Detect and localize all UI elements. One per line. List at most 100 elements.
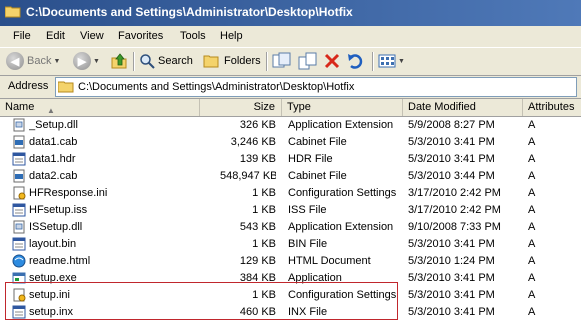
menu-bar: File Edit View Favorites Tools Help bbox=[0, 26, 581, 48]
file-type: Application bbox=[288, 272, 342, 284]
file-type: INX File bbox=[288, 306, 328, 318]
file-attributes: A bbox=[528, 187, 536, 199]
folders-button[interactable]: Folders bbox=[203, 50, 261, 72]
search-button[interactable]: Search bbox=[139, 50, 193, 72]
toolbar-separator bbox=[266, 52, 268, 71]
window-title: C:\Documents and Settings\Administrator\… bbox=[26, 5, 353, 19]
dll-icon bbox=[13, 220, 25, 234]
file-row[interactable]: HFsetup.iss 1 KB ISS File 3/17/2010 2:42 PM… bbox=[0, 202, 581, 219]
folders-label: Folders bbox=[224, 55, 261, 67]
file-date: 5/3/2010 3:41 PM bbox=[408, 238, 495, 250]
file-name: _Setup.dll bbox=[29, 119, 78, 131]
file-type: HTML Document bbox=[288, 255, 371, 267]
views-button[interactable]: ▼ bbox=[378, 50, 405, 72]
views-icon bbox=[378, 54, 396, 68]
toolbar-separator bbox=[133, 52, 135, 71]
file-attributes: A bbox=[528, 153, 536, 165]
menu-help[interactable]: Help bbox=[220, 30, 243, 42]
file-row[interactable]: _Setup.dll 326 KB Application Extension 5/9… bbox=[0, 117, 581, 134]
file-attributes: A bbox=[528, 221, 536, 233]
file-name: readme.html bbox=[29, 255, 91, 267]
folder-icon bbox=[5, 6, 21, 18]
file-name: data2.cab bbox=[29, 170, 78, 182]
move-to-button[interactable] bbox=[272, 50, 292, 72]
chevron-down-icon: ▼ bbox=[398, 57, 405, 65]
search-icon bbox=[140, 54, 155, 69]
file-date: 5/3/2010 3:44 PM bbox=[408, 170, 495, 182]
file-date: 3/17/2010 2:42 PM bbox=[408, 187, 501, 199]
search-label: Search bbox=[158, 55, 193, 67]
up-folder-button[interactable] bbox=[110, 50, 128, 72]
column-name[interactable]: Name ▲ bbox=[0, 99, 200, 116]
generic-file-icon bbox=[12, 237, 26, 251]
file-row[interactable]: setup.inx 460 KB INX File 5/3/2010 3:41 PM A bbox=[0, 304, 581, 321]
column-size[interactable]: Size bbox=[200, 99, 282, 116]
generic-file-icon bbox=[12, 152, 26, 166]
back-button[interactable]: ◀ Back ▼ bbox=[6, 50, 60, 72]
file-type: Cabinet File bbox=[288, 136, 347, 148]
menu-favorites[interactable]: Favorites bbox=[118, 30, 163, 42]
generic-file-icon bbox=[12, 203, 26, 217]
folder-icon bbox=[58, 81, 74, 93]
file-name: setup.ini bbox=[29, 289, 70, 301]
forward-button[interactable]: ▶ ▼ bbox=[73, 50, 100, 72]
forward-arrow-icon: ▶ bbox=[73, 52, 91, 70]
file-size: 1 KB bbox=[252, 238, 276, 250]
file-size: 543 KB bbox=[239, 221, 276, 233]
back-arrow-icon: ◀ bbox=[6, 52, 24, 70]
file-date: 5/3/2010 3:41 PM bbox=[408, 289, 495, 301]
file-size: 1 KB bbox=[252, 187, 276, 199]
file-type: ISS File bbox=[288, 204, 327, 216]
file-size: 1 KB bbox=[252, 289, 276, 301]
exe-icon bbox=[12, 272, 26, 284]
file-name: setup.exe bbox=[29, 272, 77, 284]
file-type: Application Extension bbox=[288, 119, 394, 131]
menu-file[interactable]: File bbox=[13, 30, 31, 42]
title-bar[interactable]: C:\Documents and Settings\Administrator\… bbox=[0, 0, 581, 26]
cab-icon bbox=[13, 135, 25, 149]
column-attributes[interactable]: Attributes bbox=[523, 99, 581, 116]
file-row[interactable]: data2.cab 548,947 KB Cabinet File 5/3/2010 … bbox=[0, 168, 581, 185]
file-date: 3/17/2010 2:42 PM bbox=[408, 204, 501, 216]
file-size: 3,246 KB bbox=[230, 136, 276, 148]
file-name: HFsetup.iss bbox=[29, 204, 88, 216]
address-input[interactable]: C:\Documents and Settings\Administrator\… bbox=[55, 77, 577, 97]
file-name: HFResponse.ini bbox=[29, 187, 108, 199]
menu-tools[interactable]: Tools bbox=[180, 30, 206, 42]
file-type: Configuration Settings bbox=[288, 289, 397, 301]
file-date: 5/3/2010 3:41 PM bbox=[408, 272, 495, 284]
file-row[interactable]: ISSetup.dll 543 KB Application Extension 9/… bbox=[0, 219, 581, 236]
file-date: 9/10/2008 7:33 PM bbox=[408, 221, 501, 233]
up-folder-icon bbox=[111, 53, 127, 69]
address-label: Address bbox=[8, 80, 49, 92]
column-type[interactable]: Type bbox=[282, 99, 403, 116]
file-type: BIN File bbox=[288, 238, 328, 250]
file-row[interactable]: HFResponse.ini 1 KB Configuration Settings… bbox=[0, 185, 581, 202]
copy-to-button[interactable] bbox=[298, 50, 318, 72]
file-attributes: A bbox=[528, 238, 536, 250]
file-size: 548,947 KB bbox=[220, 170, 276, 182]
menu-edit[interactable]: Edit bbox=[46, 30, 65, 42]
delete-button[interactable] bbox=[324, 50, 340, 72]
file-row[interactable]: data1.hdr 139 KB HDR File 5/3/2010 3:41 PM A bbox=[0, 151, 581, 168]
address-bar: Address C:\Documents and Settings\Admini… bbox=[0, 76, 581, 99]
html-icon bbox=[12, 254, 26, 268]
file-row[interactable]: setup.exe 384 KB Application 5/3/2010 3:41 … bbox=[0, 270, 581, 287]
column-attributes-label: Attributes bbox=[528, 101, 575, 113]
file-row[interactable]: layout.bin 1 KB BIN File 5/3/2010 3:41 PM A bbox=[0, 236, 581, 253]
file-list[interactable]: Name ▲ Size Type Date Modified Attribute… bbox=[0, 99, 581, 324]
undo-icon bbox=[348, 54, 363, 69]
file-row[interactable]: setup.ini 1 KB Configuration Settings 5/3/2… bbox=[0, 287, 581, 304]
column-date[interactable]: Date Modified bbox=[403, 99, 523, 116]
file-type: HDR File bbox=[288, 153, 333, 165]
delete-icon bbox=[324, 53, 340, 69]
toolbar: ◀ Back ▼ ▶ ▼ Search Folders ▼ bbox=[0, 48, 581, 76]
file-date: 5/3/2010 3:41 PM bbox=[408, 306, 495, 318]
undo-button[interactable] bbox=[347, 50, 365, 72]
menu-view[interactable]: View bbox=[80, 30, 104, 42]
file-type: Configuration Settings bbox=[288, 187, 397, 199]
file-row[interactable]: data1.cab 3,246 KB Cabinet File 5/3/2010 3:… bbox=[0, 134, 581, 151]
column-date-label: Date Modified bbox=[408, 101, 476, 113]
file-row[interactable]: readme.html 129 KB HTML Document 5/3/2010 1… bbox=[0, 253, 581, 270]
ini-icon bbox=[13, 288, 26, 302]
